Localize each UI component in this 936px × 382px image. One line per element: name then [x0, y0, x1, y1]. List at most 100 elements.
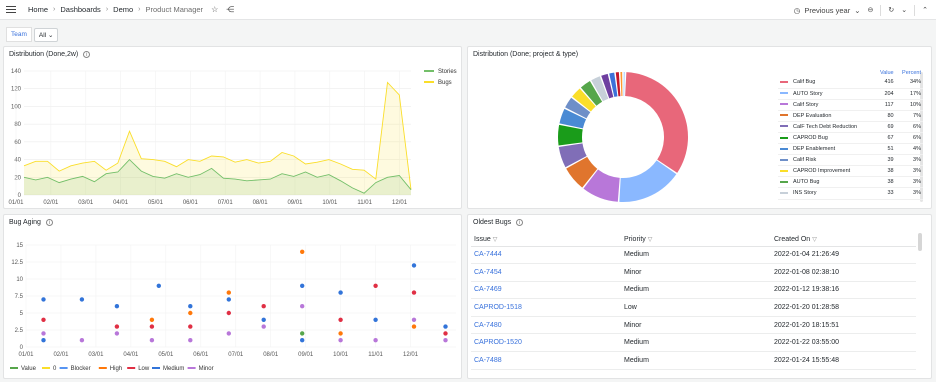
collapse-icon[interactable]: ⌃: [922, 6, 928, 14]
distribution-area-chart: 0 20 40 60 80 100 120 140 01/01 02/01 03/01 04/01 05…: [8, 69, 456, 206]
scatter-point: [411, 317, 417, 322]
legend-row[interactable]: DEP Enablement 51 4%: [778, 143, 923, 156]
legend-value: 51: [874, 143, 896, 156]
legend-label: 0: [53, 366, 57, 372]
panel-title: Oldest Bugs: [473, 219, 512, 226]
breadcrumb-dashboards[interactable]: Dashboards: [60, 5, 100, 14]
created-on-cell: 2022-01-24 15:55:48: [771, 351, 916, 370]
share-icon[interactable]: ⋲: [226, 5, 234, 14]
chevron-down-icon: ⌄: [47, 31, 54, 39]
issue-link[interactable]: CAPROD-1520: [471, 333, 621, 353]
y-tick-label: 0: [18, 193, 22, 199]
star-icon[interactable]: ☆: [211, 5, 218, 14]
x-tick-label: 09/01: [287, 200, 303, 206]
y-tick-label: 140: [11, 69, 22, 75]
zoom-out-icon[interactable]: ⊖: [868, 6, 874, 14]
legend-percent: 3%: [895, 165, 923, 178]
created-on-cell: 2022-01-04 21:26:49: [771, 246, 916, 265]
y-tick-label: 60: [14, 140, 21, 146]
legend-value: 69: [874, 121, 896, 133]
legend-row[interactable]: AUTO Bug 38 3%: [778, 176, 923, 189]
legend-label-text: CAPROD Improvement: [793, 168, 851, 175]
legend-value: 67: [874, 132, 896, 145]
time-range-picker[interactable]: ◷ Previous year ⌄: [794, 6, 861, 15]
legend-label-text: AUTO Story: [793, 90, 823, 97]
filter-icon[interactable]: ▽: [812, 237, 817, 243]
scatter-point: [411, 290, 417, 295]
legend-swatch: [780, 180, 788, 183]
divider: [914, 4, 916, 16]
issue-link[interactable]: CA-7488: [471, 351, 621, 370]
issue-link[interactable]: CAPROD-1518: [471, 298, 621, 317]
legend-row[interactable]: Calif Story 117 10%: [778, 99, 923, 111]
variable-bar: Team All ⌄: [6, 27, 59, 42]
refresh-icon[interactable]: ↻: [888, 6, 894, 14]
panel-distribution-done-2w: Distribution (Done,2w) i 0 20 40 60 80 100 120 1…: [3, 46, 462, 209]
x-tick-label: 01/01: [8, 200, 24, 206]
column-header-priority[interactable]: Priority ▽: [621, 233, 771, 247]
legend-label: DEP Evaluation: [778, 110, 875, 122]
legend-label: High: [110, 366, 122, 372]
legend-value: 80: [874, 110, 896, 122]
clock-icon: ◷: [793, 5, 801, 15]
y-tick-label: 5: [20, 311, 24, 317]
menu-icon[interactable]: [6, 5, 16, 14]
legend-label: CalF Tech Debt Reduction: [778, 121, 875, 133]
table-scrollbar[interactable]: [918, 233, 922, 251]
filter-icon[interactable]: ▽: [493, 237, 498, 243]
legend-swatch: [780, 125, 788, 128]
distribution-donut-chart: [557, 72, 689, 203]
breadcrumb-home[interactable]: Home: [28, 5, 48, 14]
variable-select-team[interactable]: All ⌄: [33, 27, 59, 42]
chevron-down-icon: ⌄: [854, 5, 861, 15]
legend-header-value[interactable]: Value: [875, 68, 896, 77]
scatter-point: [411, 263, 417, 268]
breadcrumb-demo[interactable]: Demo: [113, 5, 133, 14]
issue-link[interactable]: CA-7454: [471, 263, 621, 282]
legend-row[interactable]: Calif Bug 416 34%: [778, 77, 923, 89]
legend-row[interactable]: CAPROD Bug 67 6%: [778, 132, 923, 145]
legend-label-text: Calif Risk: [793, 157, 817, 164]
x-tick-label: 08/01: [263, 352, 279, 358]
legend-header-percent[interactable]: Percent: [896, 68, 923, 77]
column-header-issue[interactable]: Issue ▽: [471, 233, 621, 247]
legend-row[interactable]: Calif Risk 39 3%: [778, 154, 923, 167]
issue-link[interactable]: CA-7444: [471, 246, 621, 265]
column-header-label: Created On: [774, 235, 811, 243]
x-tick-label: 12/01: [392, 200, 408, 206]
top-nav-bar: Home › Dashboards › Demo › Product Manag…: [0, 0, 936, 20]
legend-row[interactable]: AUTO Story 204 17%: [778, 88, 923, 100]
scatter-point: [373, 338, 378, 343]
legend-row[interactable]: DEP Evaluation 80 7%: [778, 110, 923, 122]
table-row: CA-7469 Medium 2022-01-12 19:38:16: [471, 281, 916, 300]
table-row: CA-7444 Medium 2022-01-04 21:26:49: [471, 246, 916, 265]
legend-row[interactable]: CAPROD Improvement 38 3%: [778, 165, 923, 178]
priority-cell: Medium: [621, 281, 771, 300]
priority-cell: Medium: [621, 333, 771, 353]
y-tick-label: 0: [20, 345, 24, 351]
issue-link[interactable]: CA-7480: [471, 316, 621, 335]
info-icon[interactable]: i: [516, 219, 524, 226]
legend-row[interactable]: CalF Tech Debt Reduction 69 6%: [778, 121, 923, 133]
legend-value: 39: [874, 154, 896, 167]
x-tick-label: 05/01: [148, 200, 164, 206]
scatter-point: [338, 338, 343, 343]
created-on-cell: 2022-01-22 03:55:00: [771, 333, 916, 353]
chevron-down-icon[interactable]: ⌄: [901, 6, 907, 14]
legend-label: CAPROD Improvement: [778, 165, 875, 178]
x-tick-label: 07/01: [218, 200, 234, 206]
scatter-point: [226, 297, 231, 302]
issue-link[interactable]: CA-7469: [471, 281, 621, 300]
column-header-created-on[interactable]: Created On ▽: [771, 233, 916, 247]
donut-slice: [620, 72, 623, 97]
y-tick-label: 80: [14, 122, 21, 128]
scatter-point: [338, 331, 343, 336]
scatter-point: [149, 338, 155, 343]
legend-label-text: CalF Tech Debt Reduction: [793, 123, 858, 130]
scatter-point: [300, 331, 305, 336]
scatter-point: [443, 338, 448, 343]
variable-label-team: Team: [6, 27, 32, 42]
legend-row[interactable]: INS Story 33 3%: [778, 187, 923, 200]
filter-icon[interactable]: ▽: [648, 237, 653, 243]
legend-label-text: Calif Story: [793, 101, 819, 108]
